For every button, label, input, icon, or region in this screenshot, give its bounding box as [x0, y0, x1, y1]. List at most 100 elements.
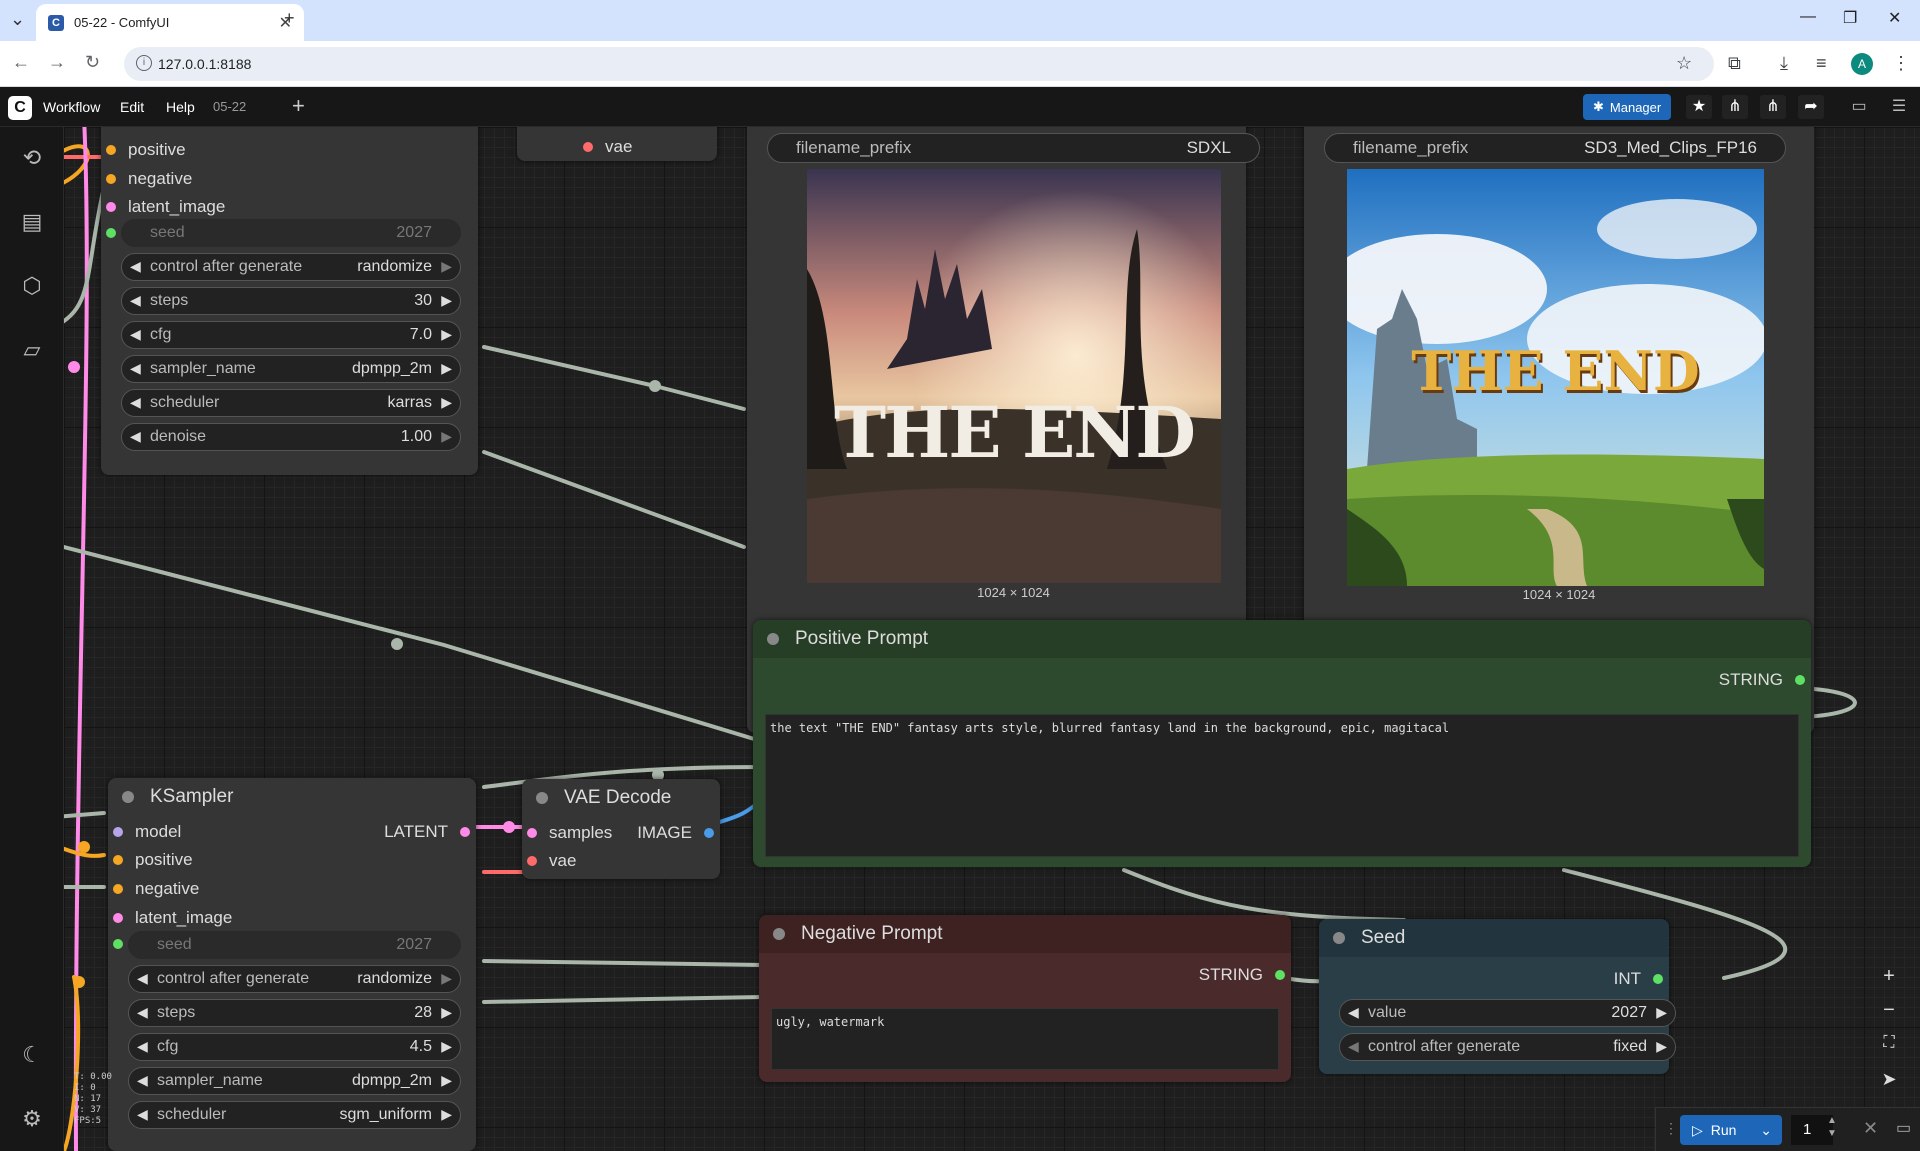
- manager-button[interactable]: ✱ Manager: [1583, 94, 1672, 120]
- vae-decode-top-node[interactable]: vae: [517, 127, 717, 161]
- scheduler-widget[interactable]: ◀ scheduler sgm_uniform ▶: [128, 1101, 461, 1129]
- arrow-right-icon: ▶: [441, 1072, 452, 1088]
- comfyui-logo[interactable]: C: [8, 96, 32, 120]
- fit-view-icon[interactable]: ⛶: [1874, 1034, 1904, 1052]
- puzzle-icon: ✱: [1593, 99, 1604, 114]
- site-info-icon[interactable]: i: [136, 55, 152, 71]
- menu-workflow[interactable]: Workflow: [43, 99, 100, 115]
- menu-help[interactable]: Help: [166, 99, 195, 115]
- seed-control-widget[interactable]: ◀ control after generate fixed ▶: [1339, 1033, 1676, 1061]
- new-workflow-icon[interactable]: +: [292, 93, 305, 119]
- positive-output-string[interactable]: STRING: [1719, 670, 1805, 690]
- bookmark-star-icon[interactable]: ☆: [1676, 53, 1692, 74]
- menu-edit[interactable]: Edit: [120, 99, 144, 115]
- input-positive[interactable]: positive: [113, 850, 193, 870]
- arrow-right-icon: ▶: [441, 970, 452, 986]
- control-after-generate-top[interactable]: ◀ control after generate randomize ▶: [121, 253, 461, 281]
- workflows-icon[interactable]: ▱: [18, 336, 46, 364]
- ksampler-node[interactable]: KSampler model positive negative latent_…: [108, 778, 476, 1151]
- run-dropdown-icon: ⌄: [1760, 1121, 1772, 1138]
- input-negative[interactable]: negative: [113, 879, 199, 899]
- cancel-run-icon[interactable]: ✕: [1863, 1118, 1878, 1139]
- browser-tab[interactable]: C 05-22 - ComfyUI ✕: [36, 4, 304, 41]
- close-window-icon[interactable]: ✕: [1888, 8, 1901, 28]
- pointer-mode-icon[interactable]: ➤: [1874, 1069, 1904, 1090]
- input-vae[interactable]: vae: [527, 851, 576, 871]
- cfg-widget-top[interactable]: ◀ cfg 7.0 ▶: [121, 321, 461, 349]
- panel-toggle-icon[interactable]: ▭: [1846, 95, 1872, 119]
- output-image[interactable]: IMAGE: [637, 823, 714, 843]
- model-library-icon[interactable]: ⬡: [18, 272, 46, 300]
- negative-prompt-title[interactable]: Negative Prompt: [759, 915, 1291, 953]
- batch-stepper-icon[interactable]: ▲ ▼: [1827, 1114, 1837, 1140]
- negative-prompt-node[interactable]: Negative Prompt STRING ugly, watermark: [759, 915, 1291, 1082]
- download-icon[interactable]: ⤓: [1780, 53, 1788, 74]
- positive-prompt-textarea[interactable]: the text "THE END" fantasy arts style, b…: [765, 714, 1799, 857]
- seed-value-widget[interactable]: ◀ value 2027 ▶: [1339, 999, 1676, 1027]
- scheduler-widget-top[interactable]: ◀ scheduler karras ▶: [121, 389, 461, 417]
- input-model[interactable]: model: [113, 822, 181, 842]
- queue-icon[interactable]: ▤: [18, 208, 46, 236]
- sdxl-image-size: 1024 × 1024: [977, 585, 1050, 600]
- run-button[interactable]: ▷ Run ⌄: [1680, 1115, 1782, 1145]
- ksampler-title[interactable]: KSampler: [108, 778, 476, 816]
- control-after-generate-widget[interactable]: ◀ control after generate randomize ▶: [128, 965, 461, 993]
- input-samples[interactable]: samples: [527, 823, 612, 843]
- extensions-icon[interactable]: ⧉: [1728, 53, 1741, 74]
- zoom-out-icon[interactable]: −: [1874, 999, 1904, 1022]
- settings-icon[interactable]: ⚙: [18, 1105, 46, 1133]
- forward-icon[interactable]: →: [48, 52, 66, 73]
- filename-prefix-sdxl[interactable]: filename_prefix SDXL: [767, 133, 1260, 163]
- new-tab-icon[interactable]: +: [284, 8, 295, 29]
- input-vae-top[interactable]: vae: [583, 137, 632, 157]
- canvas-stats: T: 0.00 I: 0 N: 17 V: 37 FPS:5: [74, 1072, 112, 1126]
- input-negative-top[interactable]: negative: [106, 169, 192, 189]
- ksampler-top-node[interactable]: positive negative latent_image seed 2027 …: [101, 127, 478, 475]
- queue-panel-icon[interactable]: ▭: [1896, 1118, 1911, 1138]
- positive-prompt-title[interactable]: Positive Prompt: [753, 620, 1811, 658]
- vae-decode-title[interactable]: VAE Decode: [522, 779, 720, 817]
- input-positive-top[interactable]: positive: [106, 140, 186, 160]
- model-icon-1[interactable]: ⋔: [1722, 95, 1748, 119]
- input-latent-image[interactable]: latent_image: [113, 908, 232, 928]
- steps-widget-top[interactable]: ◀ steps 30 ▶: [121, 287, 461, 315]
- filename-prefix-sd3[interactable]: filename_prefix SD3_Med_Clips_FP16: [1324, 133, 1786, 163]
- vae-decode-node[interactable]: VAE Decode samples vae IMAGE: [522, 779, 720, 879]
- sd3-generated-image: THE END: [1347, 169, 1764, 586]
- media-icon[interactable]: ≡: [1816, 53, 1827, 74]
- seed-node[interactable]: Seed INT ◀ value 2027 ▶ ◀ control after gene…: [1319, 919, 1676, 1074]
- steps-widget[interactable]: ◀ steps 28 ▶: [128, 999, 461, 1027]
- zoom-in-icon[interactable]: +: [1874, 965, 1904, 988]
- back-icon[interactable]: ←: [12, 52, 30, 73]
- denoise-widget-top[interactable]: ◀ denoise 1.00 ▶: [121, 423, 461, 451]
- minimize-icon[interactable]: —: [1800, 8, 1816, 26]
- play-icon: ▷: [1692, 1121, 1703, 1138]
- model-icon-2[interactable]: ⋔: [1760, 95, 1786, 119]
- sampler-name-widget-top[interactable]: ◀ sampler_name dpmpp_2m ▶: [121, 355, 461, 383]
- seed-title[interactable]: Seed: [1319, 919, 1669, 957]
- restore-icon[interactable]: ❐: [1843, 8, 1857, 28]
- theme-icon[interactable]: ☾: [18, 1041, 46, 1069]
- sampler-name-widget[interactable]: ◀ sampler_name dpmpp_2m ▶: [128, 1067, 461, 1095]
- history-icon[interactable]: ⟲: [18, 144, 46, 172]
- seed-widget-top: seed 2027: [121, 219, 461, 247]
- reload-icon[interactable]: ↻: [85, 52, 100, 73]
- arrow-right-icon: ▶: [441, 1038, 452, 1054]
- seed-output-int[interactable]: INT: [1614, 969, 1663, 989]
- hamburger-menu-icon[interactable]: ☰: [1886, 95, 1912, 119]
- negative-output-string[interactable]: STRING: [1199, 965, 1285, 985]
- profile-avatar[interactable]: A: [1851, 53, 1873, 75]
- arrow-left-icon: ◀: [130, 292, 141, 308]
- output-latent[interactable]: LATENT: [384, 822, 470, 842]
- star-icon[interactable]: ★: [1686, 95, 1712, 119]
- address-bar[interactable]: i 127.0.0.1:8188: [124, 47, 1714, 81]
- cfg-widget[interactable]: ◀ cfg 4.5 ▶: [128, 1033, 461, 1061]
- workflow-tab[interactable]: 05-22: [213, 99, 246, 114]
- negative-prompt-textarea[interactable]: ugly, watermark: [771, 1008, 1279, 1070]
- input-latent-top[interactable]: latent_image: [106, 197, 225, 217]
- positive-prompt-node[interactable]: Positive Prompt STRING the text "THE END…: [753, 620, 1811, 867]
- share-icon[interactable]: ➦: [1798, 95, 1824, 119]
- browser-menu-icon[interactable]: ⋮: [1892, 53, 1910, 74]
- tab-search-icon[interactable]: ⌄: [10, 9, 25, 30]
- graph-canvas[interactable]: positive negative latent_image seed 2027 …: [64, 127, 1920, 1151]
